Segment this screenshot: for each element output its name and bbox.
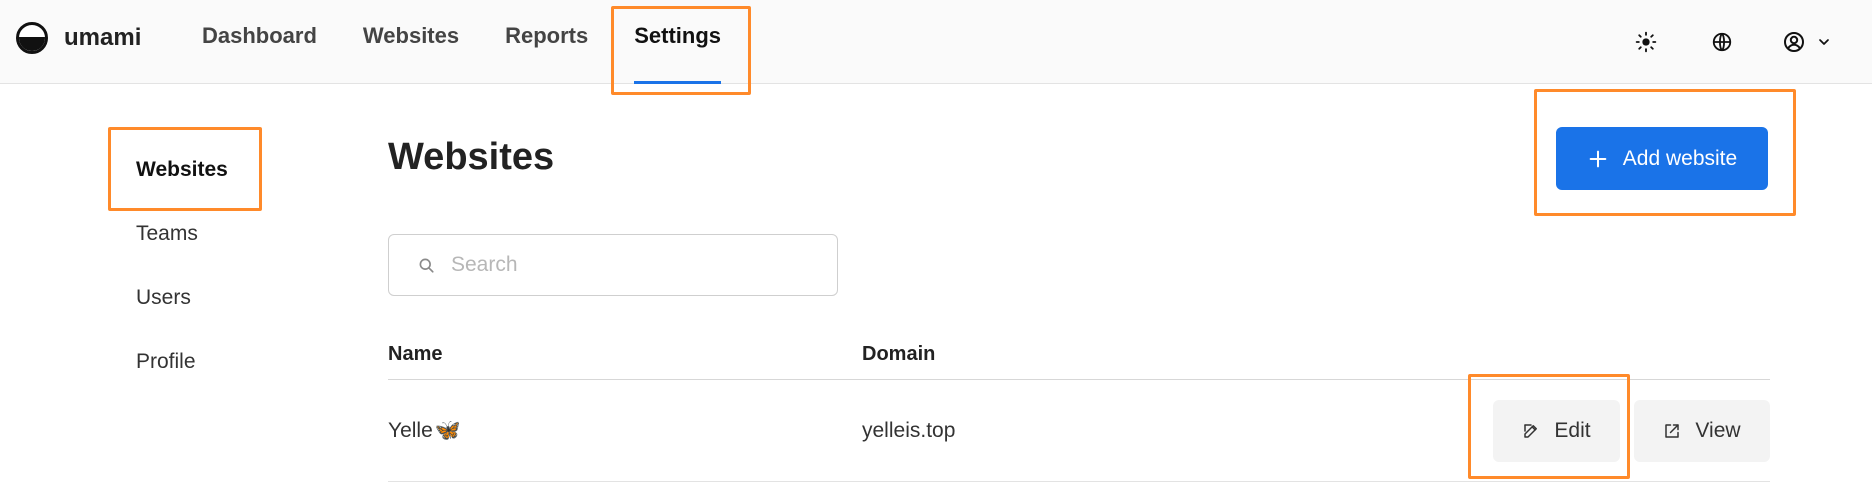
user-icon [1782,30,1806,54]
sidebar-item-label: Teams [136,222,198,245]
column-header-name: Name [388,343,443,365]
websites-table: Name Domain Yelle 🦋 yelleis.top Edit Vie… [388,330,1770,482]
add-website-button[interactable]: Add website [1556,127,1768,190]
add-website-label: Add website [1622,146,1738,170]
main-nav: Dashboard Websites Reports Settings [202,0,722,84]
theme-toggle-button[interactable] [1630,26,1662,58]
sidebar-item-profile[interactable]: Profile [136,350,356,373]
account-menu-button[interactable] [1782,26,1832,58]
external-link-icon [1663,422,1681,440]
search-icon [417,256,435,274]
cell-website-name: Yelle 🦋 [388,419,862,443]
top-navigation-bar: umami Dashboard Websites Reports Setting… [0,0,1872,84]
brand-name: umami [64,24,142,51]
nav-reports[interactable]: Reports [505,0,588,84]
website-name: Yelle [388,418,433,442]
sidebar-item-websites[interactable]: Websites [136,158,356,181]
brand[interactable]: umami [16,18,141,58]
main-content: Websites Add website Name Domain Yelle [388,120,1770,495]
row-actions: Edit View [1493,399,1770,462]
umami-logo-icon [16,22,48,54]
top-icons [1630,22,1832,62]
nav-websites-label: Websites [362,23,460,48]
table-header: Name Domain [388,330,1770,380]
nav-reports-label: Reports [505,23,589,48]
view-label: View [1695,418,1741,442]
settings-sidebar: Websites Teams Users Profile [136,158,356,373]
cell-domain: yelleis.top [862,418,956,442]
nav-dashboard[interactable]: Dashboard [202,0,317,84]
nav-settings-label: Settings [634,23,722,48]
column-header-domain: Domain [862,343,936,365]
sidebar-item-users[interactable]: Users [136,286,356,309]
globe-icon [1711,31,1733,53]
table-row: Yelle 🦋 yelleis.top Edit View [388,380,1770,482]
sidebar-item-label: Websites [136,158,228,181]
nav-settings[interactable]: Settings [634,0,722,84]
view-button[interactable]: View [1634,399,1770,462]
sidebar-item-label: Users [136,286,191,309]
edit-label: Edit [1554,418,1591,442]
butterfly-emoji: 🦋 [434,418,461,442]
plus-icon [1587,148,1609,170]
search-input[interactable] [449,252,809,278]
nav-dashboard-label: Dashboard [202,23,317,48]
search-box [388,234,838,296]
language-button[interactable] [1706,26,1738,58]
sidebar-item-label: Profile [136,350,196,373]
chevron-down-icon [1816,34,1832,50]
sun-icon [1635,31,1657,53]
edit-button[interactable]: Edit [1493,399,1620,462]
active-tab-underline [634,81,722,84]
nav-websites[interactable]: Websites [363,0,459,84]
page-title: Websites [388,136,555,178]
sidebar-item-teams[interactable]: Teams [136,222,356,245]
edit-icon [1522,422,1540,440]
